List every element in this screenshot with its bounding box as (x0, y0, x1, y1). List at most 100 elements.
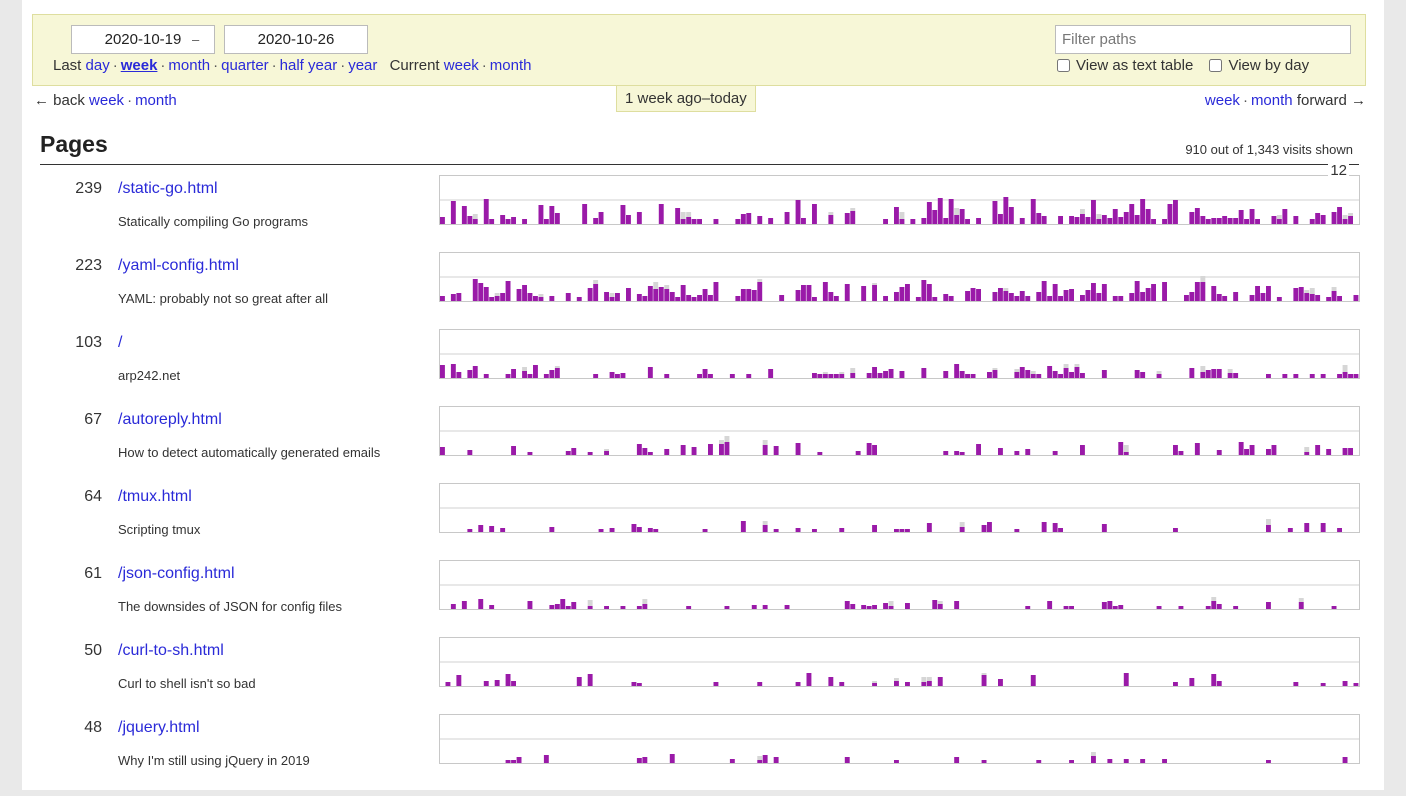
visits-bars (440, 197, 1359, 224)
visit-bar (976, 218, 981, 224)
visit-bar (724, 606, 730, 609)
back-week-link[interactable]: week (89, 92, 124, 109)
visit-bar (505, 219, 511, 224)
visit-bar (883, 296, 888, 301)
visit-bar (905, 603, 910, 609)
visit-bar (1353, 683, 1359, 686)
chart-max-label: 12 (1328, 162, 1349, 179)
visit-bar (1200, 216, 1206, 224)
unique-bar (609, 293, 615, 297)
view-as-text-table-option[interactable]: View as text table (1057, 57, 1193, 74)
visit-bar (998, 448, 1003, 455)
visit-bar (1233, 218, 1239, 224)
visit-bar (812, 297, 817, 301)
visit-bar (861, 605, 867, 609)
view-as-text-table-checkbox[interactable] (1057, 59, 1070, 72)
current-week-link[interactable]: week (444, 57, 479, 74)
visit-bar (483, 199, 489, 224)
visit-bar (833, 374, 839, 378)
view-by-day-checkbox[interactable] (1209, 59, 1223, 72)
visit-bar (669, 292, 675, 301)
visit-bar (1134, 370, 1140, 378)
visits-bars (440, 276, 1359, 301)
visit-bar (1036, 374, 1042, 378)
visit-bar (467, 450, 473, 455)
visit-bar (1205, 370, 1211, 378)
visit-bar (587, 452, 593, 455)
page-row: 48 /jquery.html Why I'm still using jQue… (22, 714, 1384, 796)
visits-chart[interactable] (439, 329, 1360, 379)
page-path-link[interactable]: /tmux.html (118, 488, 192, 506)
unique-bar (554, 366, 560, 368)
visit-bar (779, 295, 785, 301)
visit-bar (850, 373, 856, 378)
page-path-link[interactable]: /yaml-config.html (118, 257, 239, 275)
visit-bar (680, 285, 686, 301)
page-path-link[interactable]: /curl-to-sh.html (118, 642, 224, 660)
unique-bar (587, 600, 593, 606)
unique-bar (839, 372, 845, 374)
visit-bar (1052, 371, 1058, 378)
page-path-link[interactable]: /static-go.html (118, 180, 218, 198)
forward-week-link[interactable]: week (1205, 92, 1240, 109)
visits-chart[interactable] (439, 252, 1360, 302)
visits-chart[interactable] (439, 406, 1360, 456)
visits-chart[interactable] (439, 714, 1360, 764)
visits-chart[interactable] (439, 637, 1360, 687)
visits-chart[interactable]: 12 (439, 162, 1360, 225)
visit-bar (1140, 372, 1146, 378)
visit-bar (1014, 451, 1020, 455)
page-path-link[interactable]: /autoreply.html (118, 411, 222, 429)
page-path-link[interactable]: /jquery.html (118, 719, 200, 737)
visit-bar (773, 529, 779, 532)
visit-bar (1304, 293, 1310, 301)
visit-bar (1014, 372, 1020, 378)
visit-bar (636, 527, 642, 532)
visit-bar (1096, 219, 1102, 224)
visit-bar (746, 213, 752, 224)
visit-bar (533, 296, 538, 301)
unique-bar (850, 208, 856, 211)
visit-bar (1101, 215, 1107, 224)
back-month-link[interactable]: month (135, 92, 177, 109)
end-date-input[interactable] (224, 25, 368, 54)
visit-bar (1211, 218, 1217, 224)
last-year-link[interactable]: year (348, 57, 377, 74)
visit-bar (1255, 219, 1260, 224)
filter-paths-input[interactable] (1055, 25, 1351, 54)
last-day-link[interactable]: day (86, 57, 110, 74)
visit-bar (795, 290, 801, 301)
visit-bar (450, 201, 456, 224)
visit-bar (527, 374, 533, 378)
page-title: Scripting tmux (118, 522, 201, 537)
visit-bar (740, 521, 746, 532)
visit-bar (1304, 523, 1310, 532)
last-week-link[interactable]: week (121, 57, 158, 74)
visit-bar (1238, 442, 1244, 455)
view-by-day-option[interactable]: View by day (1209, 57, 1309, 74)
forward-month-link[interactable]: month (1251, 92, 1293, 109)
visit-bar (626, 215, 631, 224)
page-path-link[interactable]: /json-config.html (118, 565, 235, 583)
visit-bar (1266, 374, 1271, 378)
visit-bar (1266, 286, 1271, 301)
unique-bar (472, 214, 478, 219)
visit-bar (631, 682, 637, 686)
visit-bar (976, 444, 981, 455)
visit-bar (500, 215, 506, 224)
visit-bar (1282, 209, 1288, 224)
visit-bar (861, 286, 867, 301)
visits-chart[interactable] (439, 483, 1360, 533)
last-month-link[interactable]: month (168, 57, 210, 74)
last-quarter-link[interactable]: quarter (221, 57, 269, 74)
last-half-year-link[interactable]: half year (280, 57, 338, 74)
visit-bar (844, 213, 850, 224)
visit-bar (768, 369, 774, 378)
page-path-link[interactable]: / (118, 334, 122, 352)
visit-bar (850, 604, 856, 609)
current-month-link[interactable]: month (490, 57, 532, 74)
visit-bar (516, 757, 522, 763)
visits-chart[interactable] (439, 560, 1360, 610)
visit-bar (576, 297, 582, 301)
range-badge: 1 week ago–today (616, 86, 756, 112)
